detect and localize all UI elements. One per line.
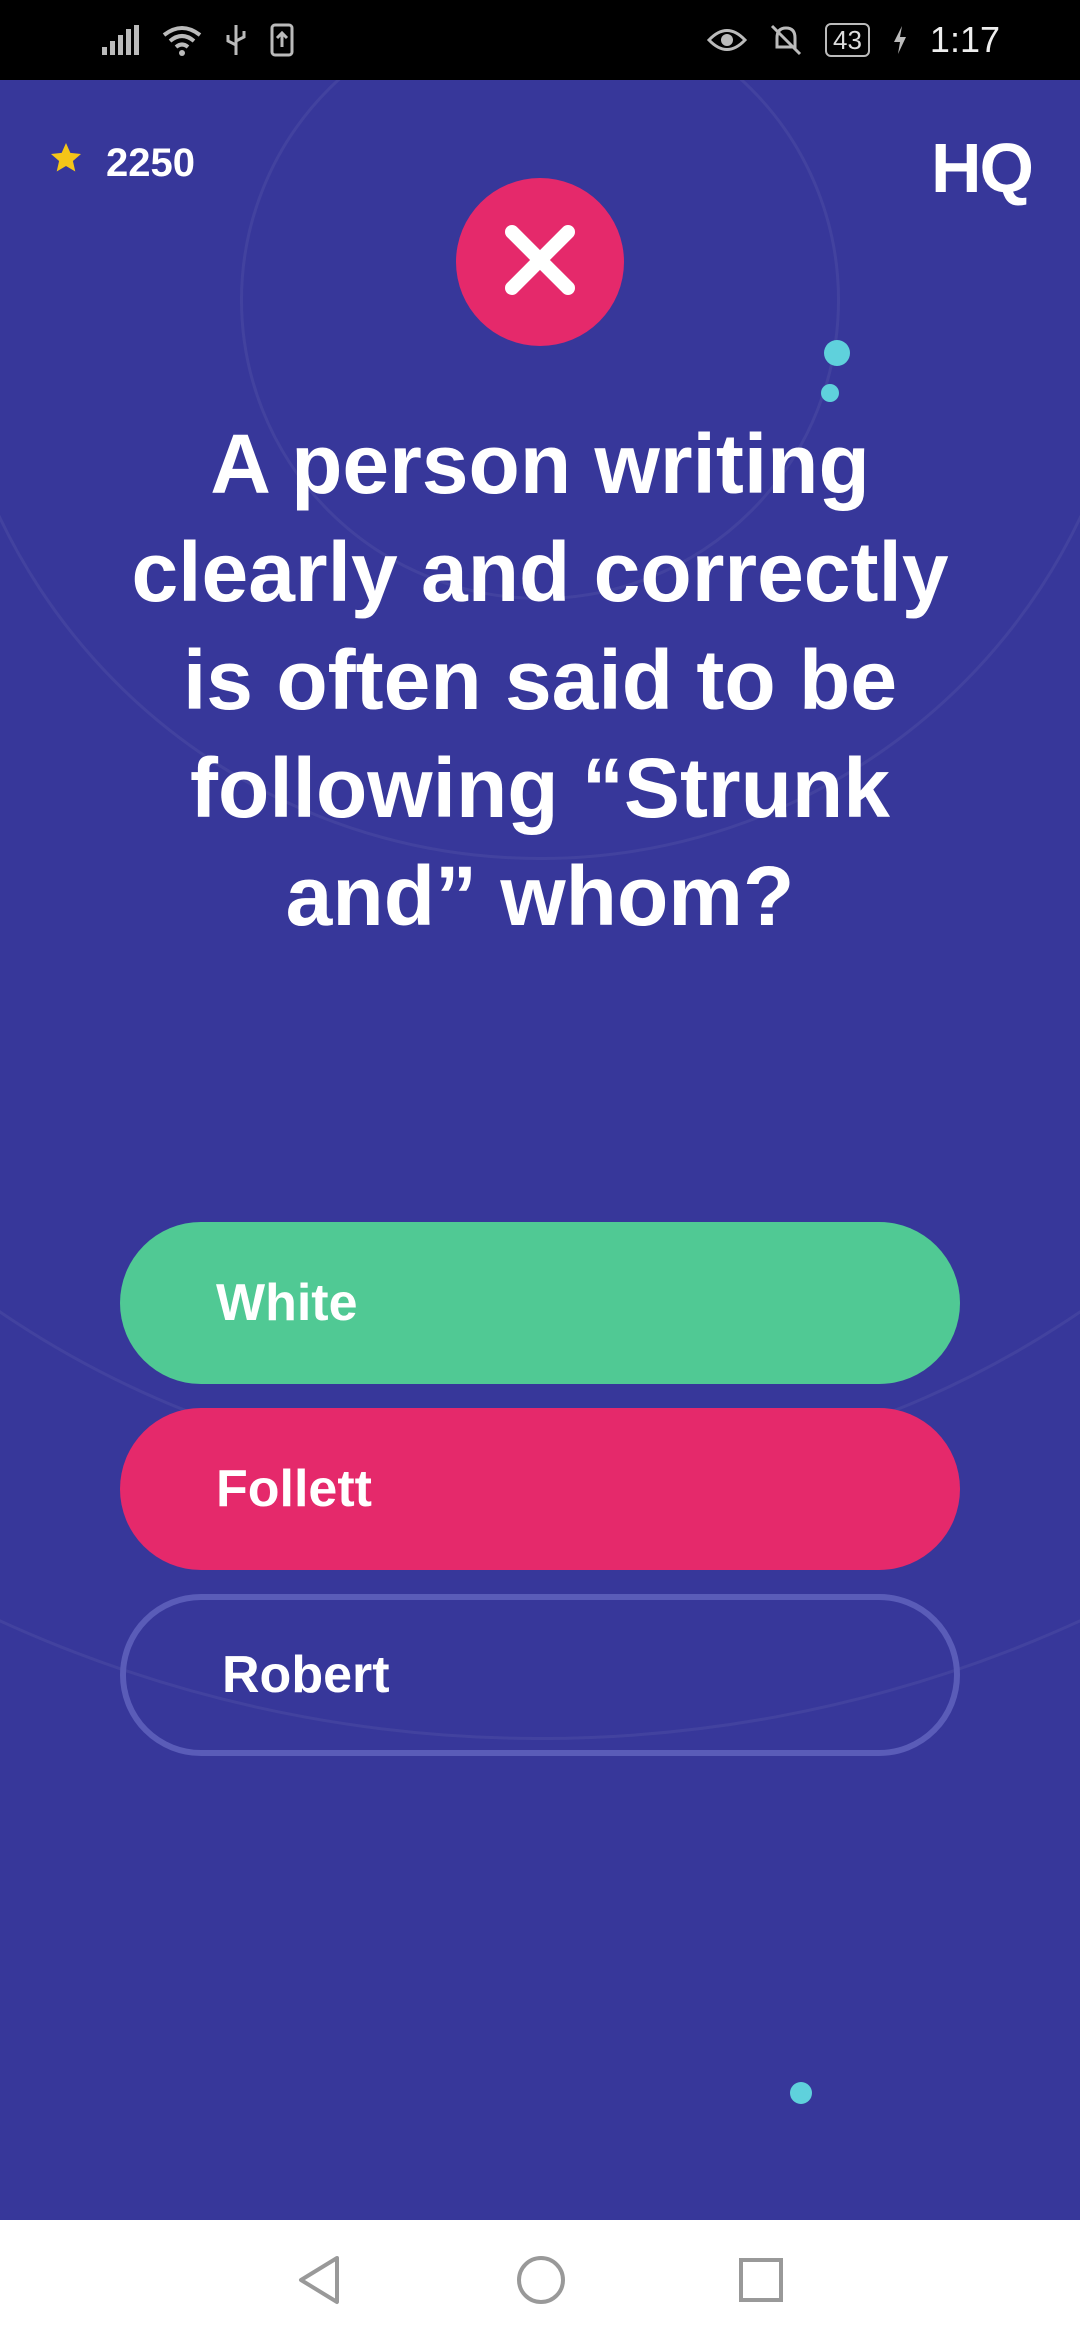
status-bar: 43 1:17 xyxy=(0,0,1080,80)
wifi-icon xyxy=(162,23,202,57)
answer-option-selected-wrong[interactable]: Follett xyxy=(120,1408,960,1570)
answer-label: Follett xyxy=(216,1460,372,1518)
eye-icon xyxy=(707,25,747,55)
close-icon xyxy=(502,222,578,303)
question-text: A person writing clearly and correctly i… xyxy=(131,417,949,943)
signal-icon xyxy=(100,23,140,57)
usb-icon xyxy=(224,23,248,57)
score-value: 2250 xyxy=(106,140,195,185)
answer-option[interactable]: Robert xyxy=(120,1594,960,1756)
status-left xyxy=(100,23,294,57)
wrong-answer-badge xyxy=(456,178,624,346)
accent-dot xyxy=(821,384,839,402)
back-icon[interactable] xyxy=(295,2254,345,2306)
bell-off-icon xyxy=(769,23,803,57)
recents-icon[interactable] xyxy=(737,2256,785,2304)
accent-dot xyxy=(790,2082,812,2104)
hq-logo: HQ xyxy=(931,129,1034,207)
status-right: 43 1:17 xyxy=(707,19,1000,61)
accent-dot xyxy=(824,340,850,366)
battery-level: 43 xyxy=(825,23,870,57)
clock: 1:17 xyxy=(929,19,1000,60)
answer-label: Robert xyxy=(222,1646,390,1704)
home-icon[interactable] xyxy=(515,2254,567,2306)
star-icon xyxy=(48,140,84,186)
navigation-bar xyxy=(0,2220,1080,2340)
answer-label: White xyxy=(216,1274,358,1332)
upload-icon xyxy=(270,23,294,57)
game-screen: 2250 HQ A person writing clearly and cor… xyxy=(0,80,1080,2220)
charging-icon xyxy=(892,25,908,55)
answer-option-correct[interactable]: White xyxy=(120,1222,960,1384)
score-display: 2250 xyxy=(48,140,195,186)
